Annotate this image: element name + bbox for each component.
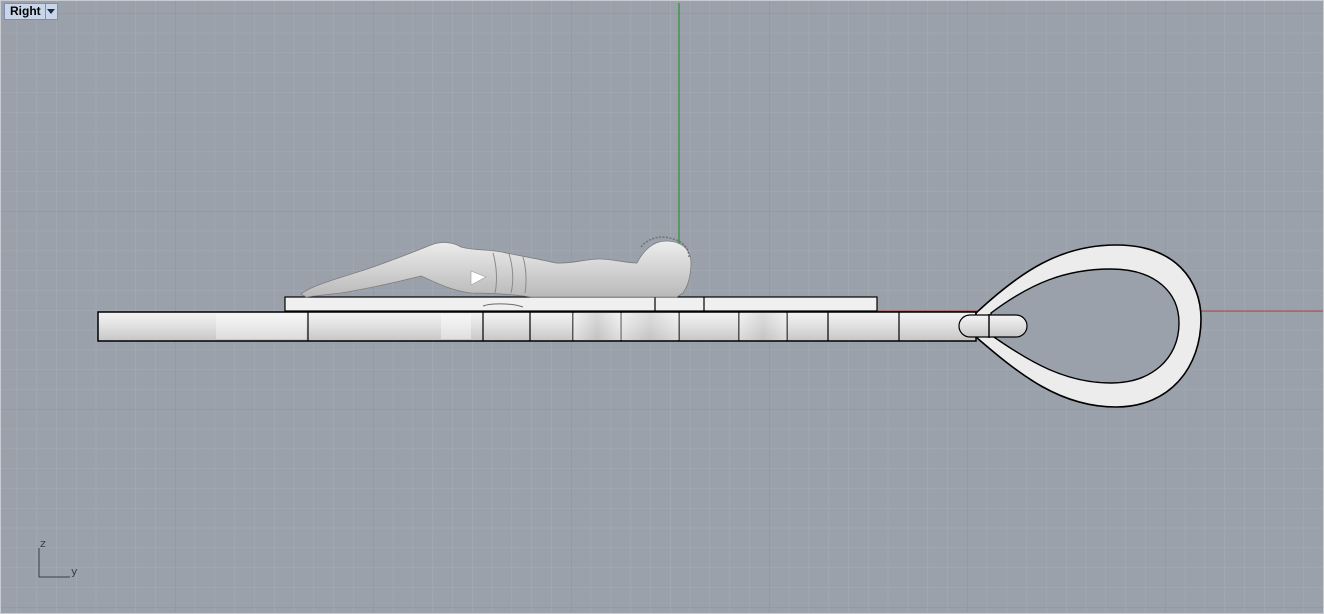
- right-viewport[interactable]: Right z y: [0, 0, 1324, 614]
- chevron-down-icon[interactable]: [46, 4, 57, 19]
- viewport-canvas[interactable]: [1, 1, 1324, 614]
- y-axis-label: y: [71, 565, 78, 578]
- cross-top-plate: [284, 296, 878, 312]
- viewport-name-label[interactable]: Right: [5, 4, 46, 19]
- viewport-title-tab[interactable]: Right: [4, 3, 58, 20]
- pendant-bar: [97, 311, 977, 342]
- z-axis-label: z: [40, 537, 46, 550]
